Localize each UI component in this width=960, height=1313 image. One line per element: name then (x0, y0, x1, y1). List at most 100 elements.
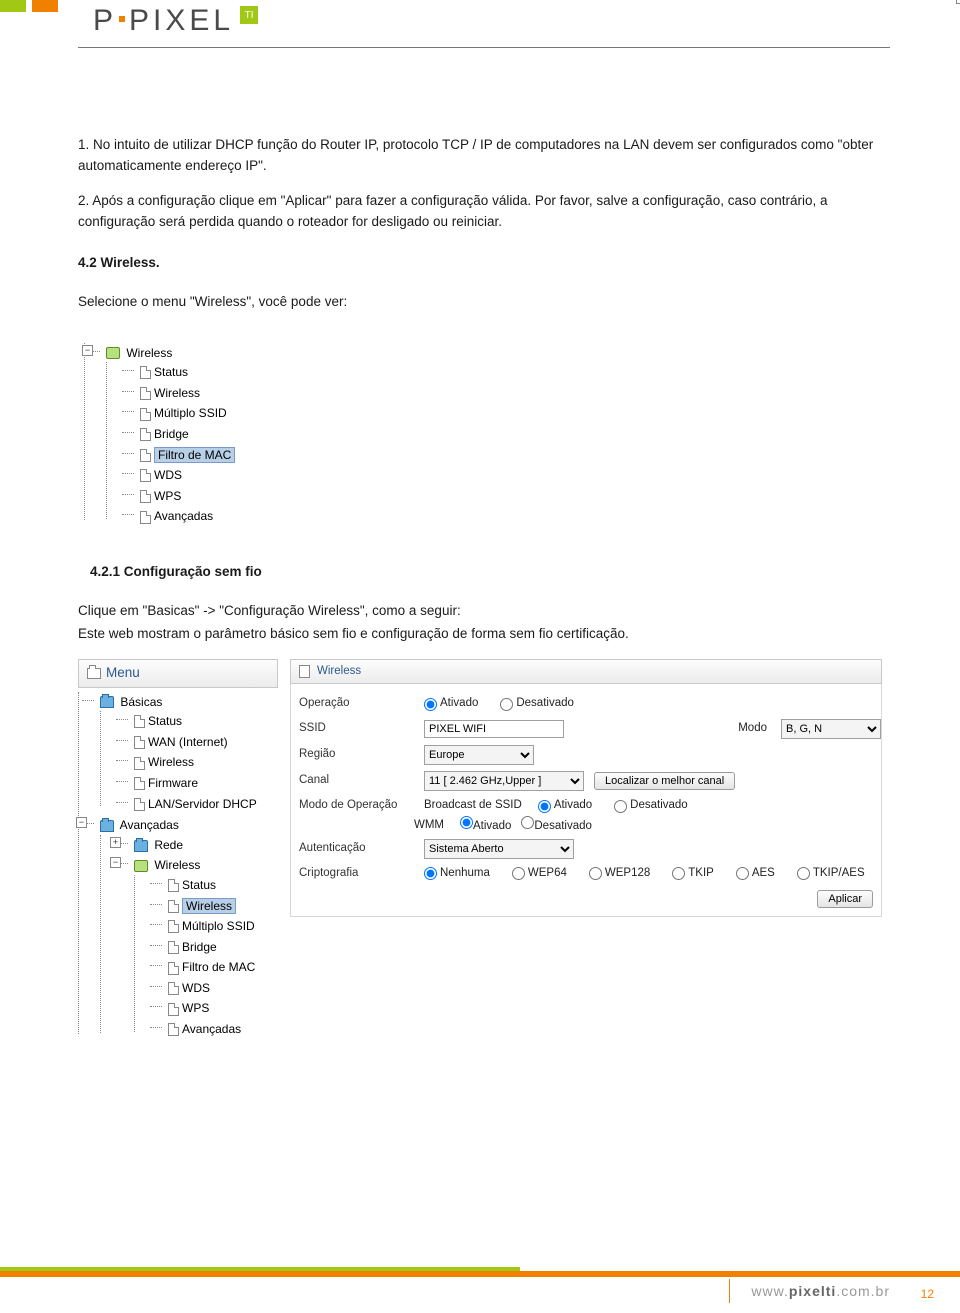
label-modo: Modo (717, 720, 767, 738)
folder-icon (100, 820, 114, 832)
radio-cripto-nenhuma[interactable]: Nenhuma (424, 865, 490, 883)
tree-item[interactable]: LAN/Servidor DHCP (116, 794, 278, 815)
label-regiao: Região (299, 746, 414, 764)
tree-item[interactable]: Wireless (122, 383, 882, 404)
tree-item[interactable]: Avançadas (150, 1019, 278, 1040)
page-icon (140, 366, 151, 379)
tree-avancadas[interactable]: − Avançadas + Rede − (82, 815, 278, 1042)
folder-icon (100, 696, 114, 708)
footer-url: www.pixelti.com.br (751, 1283, 890, 1299)
label-canal: Canal (299, 772, 414, 790)
folder-icon (87, 668, 101, 679)
tree-rede[interactable]: + Rede (116, 835, 278, 856)
page-icon (140, 449, 151, 462)
input-ssid[interactable] (424, 720, 564, 738)
tree-root[interactable]: − Wireless StatusWirelessMúltiplo SSIDBr… (88, 343, 882, 528)
folder-icon (134, 860, 148, 872)
paragraph-2: 2. Após a configuração clique em "Aplica… (78, 191, 882, 233)
folder-icon (134, 840, 148, 852)
best-channel-button[interactable]: Localizar o melhor canal (594, 772, 735, 790)
header-accent-bars (0, 0, 58, 12)
tree-item[interactable]: Status (116, 711, 278, 732)
select-auth[interactable]: Sistema Aberto (424, 839, 574, 859)
page-icon (140, 469, 151, 482)
radio-ativado[interactable]: Ativado (424, 695, 478, 713)
tree-item[interactable]: Status (150, 875, 278, 896)
tree-item[interactable]: Status (122, 362, 882, 383)
page-icon (140, 428, 151, 441)
label-modo-op: Modo de Operação (299, 797, 414, 815)
page-icon (168, 879, 179, 892)
label-ssid: SSID (299, 720, 414, 738)
tree-item[interactable]: Filtro de MAC (122, 445, 882, 466)
label-cripto: Criptografia (299, 865, 414, 883)
tree-item[interactable]: WDS (122, 465, 882, 486)
page-icon (140, 490, 151, 503)
page-icon (168, 900, 179, 913)
tree-wireless-adv[interactable]: − Wireless StatusWirelessMúltiplo SSIDBr… (116, 855, 278, 1040)
collapse-icon[interactable]: − (110, 857, 121, 868)
radio-cripto-tkip[interactable]: TKIP (672, 865, 714, 883)
heading-4-2-1: 4.2.1 Configuração sem fio (90, 562, 882, 583)
tree-item[interactable]: WPS (122, 486, 882, 507)
radio-cripto-wep64[interactable]: WEP64 (512, 865, 567, 883)
paragraph-4: Clique em "Basicas" -> "Configuração Wir… (78, 601, 882, 622)
radio-bcast-desativado[interactable]: Desativado (614, 797, 688, 815)
radio-cripto-tkip/aes[interactable]: TKIP/AES (797, 865, 865, 883)
radio-cripto-wep128[interactable]: WEP128 (589, 865, 650, 883)
tree-item[interactable]: WDS (150, 978, 278, 999)
collapse-icon[interactable]: − (76, 817, 87, 828)
radio-cripto-aes[interactable]: AES (736, 865, 775, 883)
page-icon (140, 408, 151, 421)
radio-bcast-ativado[interactable]: Ativado (538, 797, 592, 815)
radio-wmm-ativado[interactable]: Ativado (460, 816, 511, 836)
tree-item[interactable]: WAN (Internet) (116, 732, 278, 753)
tree-basicas[interactable]: Básicas StatusWAN (Internet)WirelessFirm… (82, 692, 278, 816)
tree-item[interactable]: Filtro de MAC (150, 957, 278, 978)
logo-badge: TI (240, 6, 258, 24)
tree-item[interactable]: Wireless (116, 752, 278, 773)
select-canal[interactable]: 11 [ 2.462 GHz,Upper ] (424, 771, 584, 791)
header-divider (78, 47, 890, 48)
config-screenshot: Menu Básicas StatusWAN (Internet)Wireles… (78, 659, 882, 1042)
collapse-icon[interactable]: − (82, 345, 93, 356)
expand-icon[interactable]: + (110, 837, 121, 848)
tree-item[interactable]: Avançadas (122, 506, 882, 527)
radio-desativado[interactable]: Desativado (500, 695, 574, 713)
page-icon (134, 777, 145, 790)
radio-wmm-desativado[interactable]: Desativado (521, 816, 592, 836)
nav-tree: Básicas StatusWAN (Internet)WirelessFirm… (78, 692, 278, 1042)
page-icon (168, 941, 179, 954)
tree-item[interactable]: WPS (150, 998, 278, 1019)
page-icon (140, 511, 151, 524)
select-regiao[interactable]: Europe (424, 745, 534, 765)
footer-separator (729, 1279, 730, 1303)
tree-item[interactable]: Múltiplo SSID (150, 916, 278, 937)
paragraph-3: Selecione o menu "Wireless", você pode v… (78, 292, 882, 313)
tree-item[interactable]: Bridge (122, 424, 882, 445)
label-broadcast: Broadcast de SSID (424, 797, 522, 815)
document-body: 1. No intuito de utilizar DHCP função do… (0, 55, 960, 1042)
wireless-settings-panel: Wireless Operação Ativado Desativado SSI… (290, 659, 882, 917)
tree-item[interactable]: Múltiplo SSID (122, 403, 882, 424)
page-icon (134, 798, 145, 811)
logo: PPIXEL TI (93, 4, 258, 38)
tree-item[interactable]: Firmware (116, 773, 278, 794)
folder-icon (106, 347, 120, 359)
page-icon (168, 962, 179, 975)
page-number: 12 (921, 1287, 934, 1301)
tree-item[interactable]: Bridge (150, 937, 278, 958)
tree-item[interactable]: Wireless (150, 896, 278, 917)
select-modo[interactable]: B, G, N (781, 719, 881, 739)
page-icon (168, 982, 179, 995)
heading-4-2: 4.2 Wireless. (78, 253, 882, 274)
apply-button[interactable]: Aplicar (817, 890, 873, 908)
panel-title: Wireless (317, 663, 361, 681)
menu-panel-header: Menu (78, 659, 278, 688)
wireless-menu-tree: − Wireless StatusWirelessMúltiplo SSIDBr… (84, 343, 882, 528)
page-icon (134, 757, 145, 770)
page-icon (140, 387, 151, 400)
page-header: PPIXEL TI (0, 0, 960, 55)
label-wmm: WMM (414, 817, 444, 835)
label-operacao: Operação (299, 695, 414, 713)
